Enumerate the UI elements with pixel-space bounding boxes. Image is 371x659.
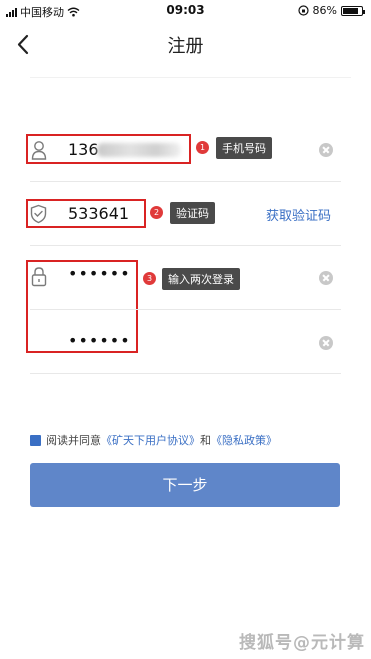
step-badge-3: 3 (143, 272, 156, 285)
shield-icon (30, 204, 47, 224)
navigation-bar: 注册 (0, 22, 371, 72)
password-clear-button[interactable] (319, 271, 333, 285)
lock-icon (31, 267, 47, 287)
step-badge-1: 1 (196, 141, 209, 154)
step-badge-2: 2 (150, 206, 163, 219)
agreement-and: 和 (200, 434, 211, 447)
phone-tooltip: 手机号码 (216, 137, 272, 159)
code-tooltip: 验证码 (170, 202, 215, 224)
status-right: 86% (297, 4, 365, 17)
password-tooltip: 输入两次登录 (162, 268, 240, 290)
agreement-prefix: 阅读并同意 (46, 434, 101, 447)
next-button[interactable]: 下一步 (30, 463, 340, 507)
code-input[interactable]: 533641 (68, 204, 129, 223)
phone-input[interactable]: 136 (68, 140, 99, 159)
confirm-password-input[interactable]: •••••• (68, 331, 131, 350)
confirm-password-divider (30, 373, 341, 374)
agreement-checkbox[interactable] (30, 434, 41, 446)
terms-link[interactable]: 《矿天下用户协议》 (101, 432, 200, 448)
battery-percent: 86% (312, 4, 337, 17)
page-title: 注册 (167, 36, 204, 57)
code-divider (30, 245, 341, 246)
watermark: 搜狐号@元计算 (239, 633, 365, 653)
phone-divider (30, 181, 341, 182)
confirm-password-clear-button[interactable] (319, 336, 333, 350)
agreement-row: 阅读并同意 《矿天下用户协议》 和 《隐私政策》 (30, 432, 277, 448)
password-divider (30, 309, 341, 310)
nav-divider (30, 77, 351, 78)
phone-masked-area (97, 143, 181, 157)
get-code-button[interactable]: 获取验证码 (266, 205, 331, 224)
status-bar: 中国移动 09:03 86% (0, 0, 371, 22)
battery-icon (341, 5, 365, 16)
user-icon (31, 141, 47, 160)
orientation-lock-icon (297, 5, 309, 16)
phone-clear-button[interactable] (319, 143, 333, 157)
privacy-link[interactable]: 《隐私政策》 (211, 432, 277, 448)
password-input[interactable]: •••••• (68, 264, 131, 283)
